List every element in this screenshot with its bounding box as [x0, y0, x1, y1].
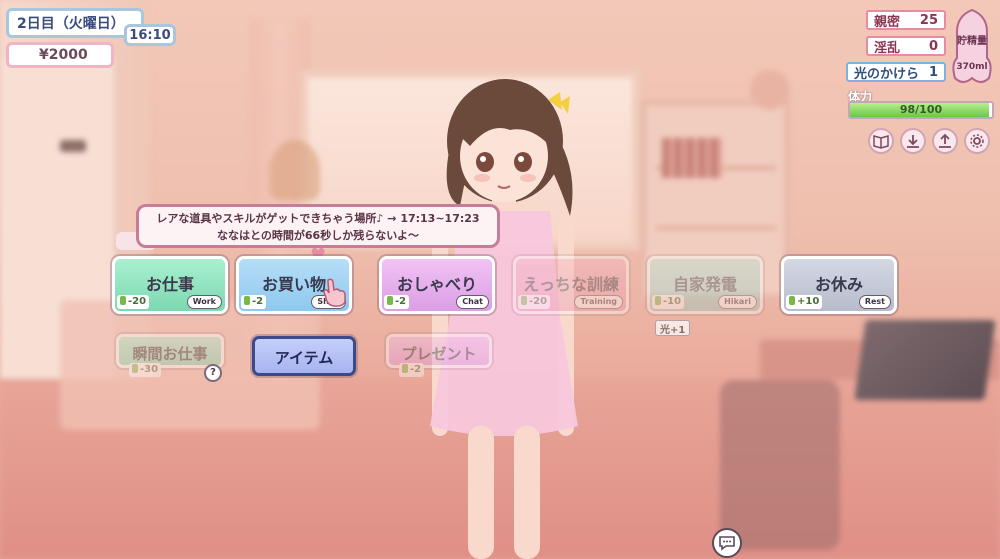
time-text: 16:10: [129, 27, 171, 43]
action-tag: Chat: [456, 295, 489, 309]
hp-bar: 98/100: [848, 101, 994, 119]
money-display: ¥2000: [6, 42, 114, 68]
upload-icon: [939, 133, 951, 148]
hp-text: 98/100: [899, 103, 943, 116]
action-tag: Work: [186, 295, 222, 309]
message-log-button[interactable]: [712, 528, 742, 558]
item-button[interactable]: アイテム: [252, 336, 356, 376]
gear-icon: [970, 134, 984, 148]
gauge-icon: [952, 8, 992, 83]
training-button[interactable]: えっちな訓練 -20 Training: [513, 256, 629, 314]
action-tag: Rest: [858, 295, 891, 309]
hint-line-2: ななはとの時間が66秒しか残らないよ～: [217, 229, 419, 242]
stamina-cost: -30: [129, 363, 162, 377]
action-label: お休み: [814, 275, 863, 294]
hand-cursor-icon: [323, 278, 346, 307]
action-label: 自家発電: [672, 275, 737, 294]
help-button[interactable]: ?: [204, 364, 222, 382]
stat-label: 淫乱: [874, 40, 901, 56]
stamina-cost: -20: [518, 295, 551, 309]
stamina-cost: -2: [241, 295, 267, 309]
download-icon: [907, 135, 919, 148]
stamina-cost: -10: [652, 295, 685, 309]
instant-work-button[interactable]: 瞬間お仕事 -30: [116, 334, 224, 377]
work-button[interactable]: お仕事 -20 Work: [112, 256, 228, 314]
action-tag: Hikari: [718, 295, 757, 309]
rest-button[interactable]: お休み +10 Rest: [781, 256, 897, 314]
time-display: 16:10: [124, 24, 176, 46]
action-label: アイテム: [274, 349, 334, 367]
stat-light-fragments: 光のかけら 1: [846, 62, 946, 82]
chat-button[interactable]: おしゃべり -2 Chat: [379, 256, 495, 314]
action-label: えっちな訓練: [522, 275, 619, 294]
action-label: プレゼント: [401, 345, 477, 363]
stamina-cost: -2: [384, 295, 410, 309]
stat-lewdness: 淫乱 0: [866, 36, 946, 56]
settings-button[interactable]: [964, 128, 990, 154]
stamina-cost: -20: [117, 295, 150, 309]
action-label: お仕事: [145, 275, 194, 294]
stat-value: 0: [928, 38, 938, 54]
stat-label: 光のかけら: [854, 66, 920, 82]
book-icon: [873, 135, 889, 149]
action-label: おしゃべり: [396, 275, 477, 294]
day-text: 2日目（火曜日）: [17, 16, 125, 32]
stamina-cost: -2: [399, 363, 425, 377]
chat-icon: [719, 536, 735, 551]
action-tag: Training: [574, 295, 623, 309]
storage-gauge: 貯精量 370ml: [951, 8, 993, 86]
hint-bubble: レアな道具やスキルがゲットできちゃう場所♪ → 17:13~17:23 ななはと…: [136, 204, 500, 248]
load-button[interactable]: [932, 128, 958, 154]
hikari-button[interactable]: 自家発電 -10 Hikari: [647, 256, 763, 314]
money-text: ¥2000: [39, 47, 88, 63]
stat-value: 25: [919, 12, 938, 28]
stat-label: 親密: [874, 14, 901, 30]
present-button[interactable]: プレゼント -2: [386, 334, 492, 377]
light-bonus-badge: 光+1: [655, 320, 691, 336]
stat-value: 1: [928, 64, 938, 80]
hint-line-1: レアな道具やスキルがゲットできちゃう場所♪ → 17:13~17:23: [156, 212, 480, 225]
gauge-label: 貯精量: [957, 36, 987, 47]
book-button[interactable]: [868, 128, 894, 154]
stat-intimacy: 親密 25: [866, 10, 946, 30]
gauge-value: 370ml: [956, 62, 988, 72]
stamina-cost: +10: [786, 295, 823, 309]
action-label: 瞬間お仕事: [132, 345, 208, 363]
save-button[interactable]: [900, 128, 926, 154]
